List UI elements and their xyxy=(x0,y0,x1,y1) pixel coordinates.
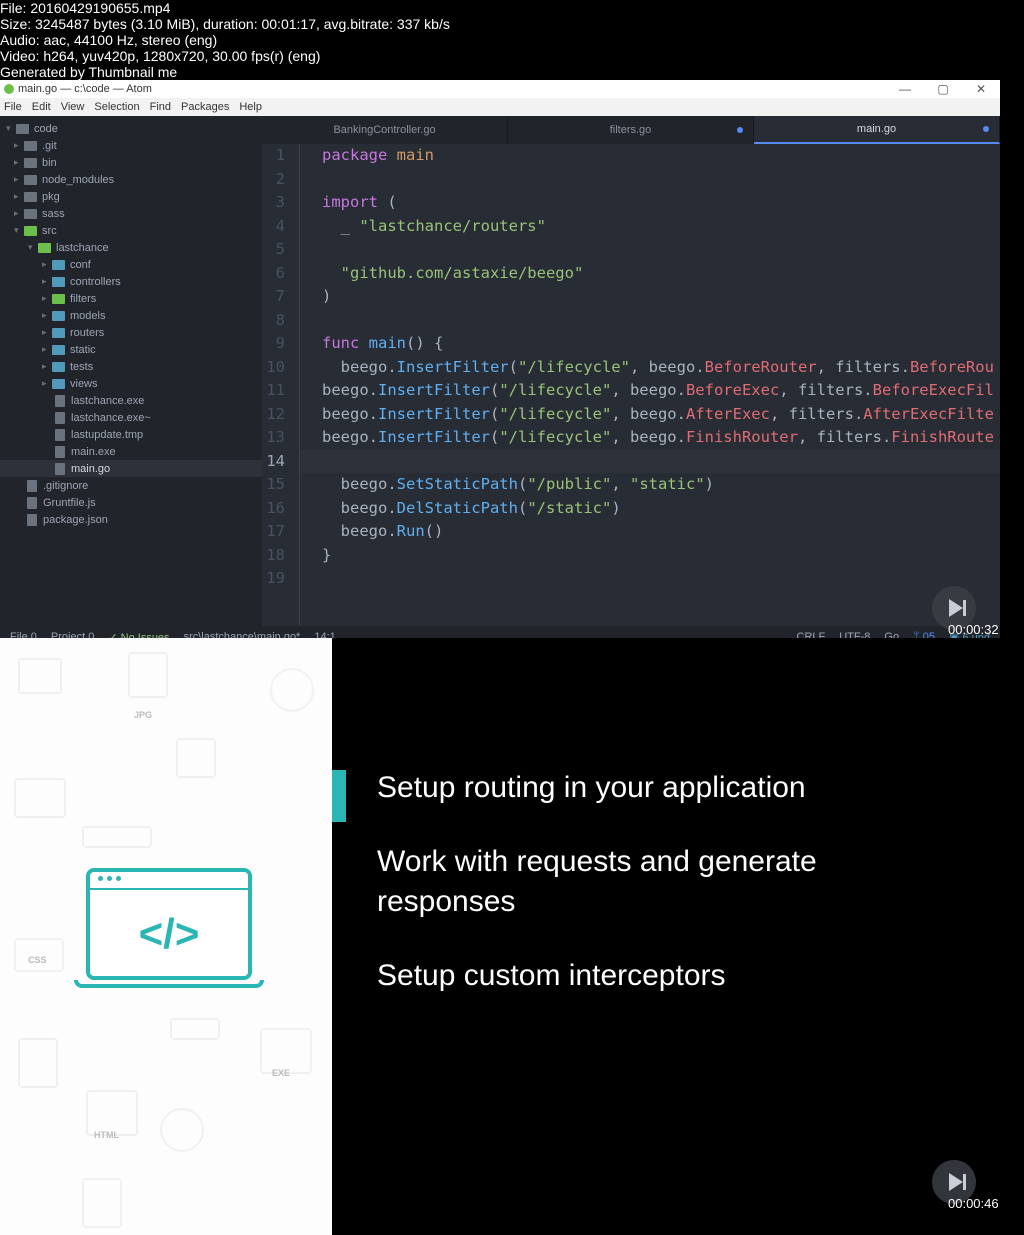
dirty-indicator-icon xyxy=(737,127,743,133)
tree-root[interactable]: ▾code xyxy=(0,120,262,137)
file-icon xyxy=(27,497,37,509)
file-icon xyxy=(55,412,65,424)
code-content[interactable]: package main import ( _ "lastchance/rout… xyxy=(300,144,1000,626)
tab-filters[interactable]: filters.go xyxy=(508,116,754,144)
atom-editor-window: main.go — c:\code — Atom — ▢ ✕ File Edit… xyxy=(0,80,1000,638)
folder-icon xyxy=(24,226,37,236)
file-icon xyxy=(27,480,37,492)
folder-icon xyxy=(52,345,65,355)
folder-icon xyxy=(52,328,65,338)
meta-audio: Audio: aac, 44100 Hz, stereo (eng) xyxy=(0,32,450,48)
editor-area: BankingController.go filters.go main.go … xyxy=(262,116,1000,626)
maximize-button[interactable]: ▢ xyxy=(924,82,962,96)
folder-icon xyxy=(52,260,65,270)
tree-item[interactable]: ▸views xyxy=(0,375,262,392)
tree-item[interactable]: package.json xyxy=(0,511,262,528)
pattern-tag-jpg: JPG xyxy=(134,710,152,720)
atom-app-icon xyxy=(4,84,14,94)
folder-icon xyxy=(24,175,37,185)
timestamp-bottom: 00:00:46 xyxy=(948,1196,999,1211)
tree-item[interactable]: lastupdate.tmp xyxy=(0,426,262,443)
tree-item[interactable]: main.exe xyxy=(0,443,262,460)
tree-item[interactable]: ▸routers xyxy=(0,324,262,341)
timestamp-top: 00:00:32 xyxy=(948,622,999,637)
accent-bar xyxy=(332,770,346,822)
menu-file[interactable]: File xyxy=(4,101,22,113)
line-number-gutter: 12345678910111213141516171819 xyxy=(262,144,300,626)
laptop-icon: </> xyxy=(74,868,264,988)
file-icon xyxy=(27,514,37,526)
menubar: File Edit View Selection Find Packages H… xyxy=(0,98,1000,116)
meta-generated: Generated by Thumbnail me xyxy=(0,64,450,80)
meta-size: Size: 3245487 bytes (3.10 MiB), duration… xyxy=(0,16,450,32)
menu-packages[interactable]: Packages xyxy=(181,101,229,113)
tree-item[interactable]: ▸filters xyxy=(0,290,262,307)
pattern-tag-html: HTML xyxy=(94,1130,119,1140)
bullet-3: Setup custom interceptors xyxy=(377,956,960,996)
tree-item[interactable]: Gruntfile.js xyxy=(0,494,262,511)
tree-view[interactable]: ▾code ▸.git▸bin▸node_modules▸pkg▸sass▾sr… xyxy=(0,116,262,626)
tree-root-label: code xyxy=(34,123,58,135)
bullet-2: Work with requests and generate response… xyxy=(377,842,960,922)
folder-icon xyxy=(52,362,65,372)
menu-selection[interactable]: Selection xyxy=(94,101,139,113)
window-titlebar[interactable]: main.go — c:\code — Atom — ▢ ✕ xyxy=(0,80,1000,98)
pattern-tag-exe: EXE xyxy=(272,1068,290,1078)
pattern-tag-css: CSS xyxy=(28,955,47,965)
tree-item[interactable]: ▸controllers xyxy=(0,273,262,290)
presentation-slide: JPG CSS HTML EXE </> Setup routing in yo… xyxy=(0,638,1000,1235)
menu-find[interactable]: Find xyxy=(150,101,171,113)
tree-item[interactable]: ▸pkg xyxy=(0,188,262,205)
folder-icon xyxy=(24,192,37,202)
menu-view[interactable]: View xyxy=(61,101,85,113)
tree-item[interactable]: lastchance.exe xyxy=(0,392,262,409)
window-controls: — ▢ ✕ xyxy=(886,82,1000,96)
code-editor[interactable]: 12345678910111213141516171819 package ma… xyxy=(262,144,1000,626)
folder-icon xyxy=(52,294,65,304)
tab-main[interactable]: main.go xyxy=(754,116,1000,144)
meta-file: File: 20160429190655.mp4 xyxy=(0,0,450,16)
file-icon xyxy=(55,429,65,441)
file-icon xyxy=(55,446,65,458)
tree-item[interactable]: ▾src xyxy=(0,222,262,239)
folder-icon xyxy=(24,141,37,151)
slide-left-panel: JPG CSS HTML EXE </> xyxy=(0,638,332,1235)
file-icon xyxy=(55,395,65,407)
folder-icon xyxy=(24,158,37,168)
folder-icon xyxy=(52,379,65,389)
menu-edit[interactable]: Edit xyxy=(32,101,51,113)
tree-item[interactable]: main.go xyxy=(0,460,262,477)
tree-item[interactable]: lastchance.exe~ xyxy=(0,409,262,426)
tree-item[interactable]: .gitignore xyxy=(0,477,262,494)
folder-icon xyxy=(24,209,37,219)
tree-item[interactable]: ▸.git xyxy=(0,137,262,154)
close-button[interactable]: ✕ xyxy=(962,82,1000,96)
video-metadata-overlay: File: 20160429190655.mp4 Size: 3245487 b… xyxy=(0,0,450,80)
folder-icon xyxy=(38,243,51,253)
tree-item[interactable]: ▸conf xyxy=(0,256,262,273)
tree-item[interactable]: ▾lastchance xyxy=(0,239,262,256)
meta-video: Video: h264, yuv420p, 1280x720, 30.00 fp… xyxy=(0,48,450,64)
tab-bankingcontroller[interactable]: BankingController.go xyxy=(262,116,508,144)
editor-tabs: BankingController.go filters.go main.go xyxy=(262,116,1000,144)
tree-item[interactable]: ▸tests xyxy=(0,358,262,375)
tree-item[interactable]: ▸bin xyxy=(0,154,262,171)
tree-item[interactable]: ▸node_modules xyxy=(0,171,262,188)
tree-item[interactable]: ▸models xyxy=(0,307,262,324)
dirty-indicator-icon xyxy=(983,126,989,132)
tree-item[interactable]: ▸static xyxy=(0,341,262,358)
file-icon xyxy=(55,463,65,475)
menu-help[interactable]: Help xyxy=(239,101,262,113)
folder-icon xyxy=(52,311,65,321)
minimize-button[interactable]: — xyxy=(886,82,924,96)
tree-item[interactable]: ▸sass xyxy=(0,205,262,222)
folder-icon xyxy=(52,277,65,287)
slide-right-panel: Setup routing in your application Work w… xyxy=(332,638,1000,1235)
bullet-1: Setup routing in your application xyxy=(377,768,960,808)
code-brackets-icon: </> xyxy=(90,910,248,958)
window-title: main.go — c:\code — Atom xyxy=(18,83,152,95)
